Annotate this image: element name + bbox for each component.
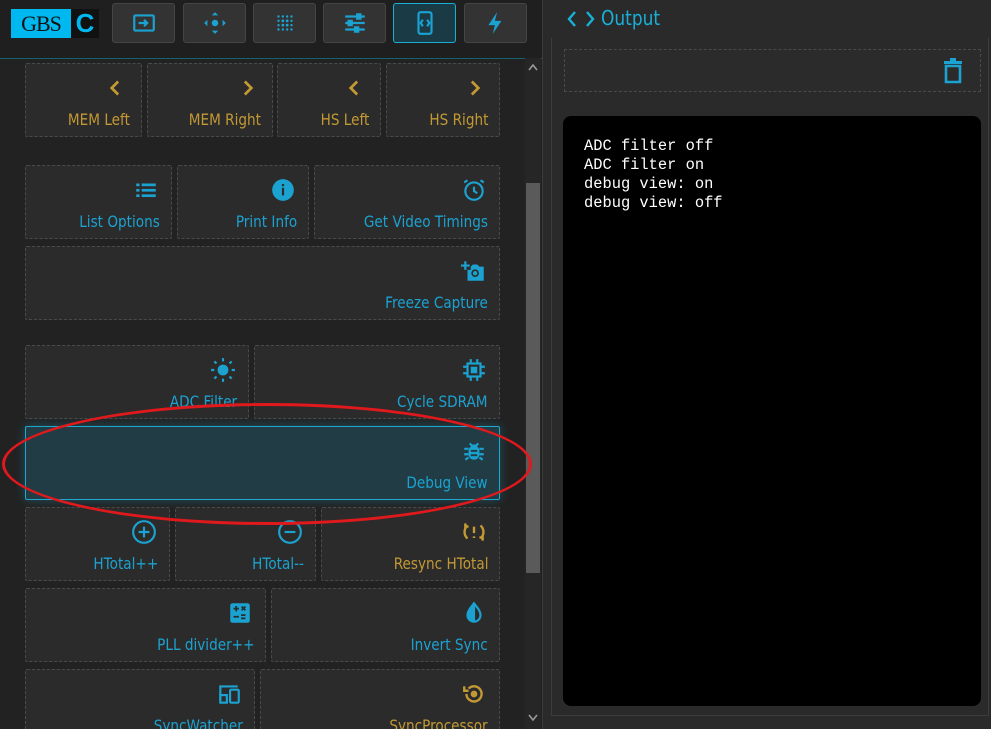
cycle-sdram-button[interactable]: Cycle SDRAM [254,345,500,419]
plus-circle-icon [130,518,158,546]
mem-right-label: MEM Right [188,110,261,129]
scrollbar[interactable] [525,58,541,729]
move-icon [203,12,226,34]
code-brackets-icon [567,11,595,27]
list-options-button[interactable]: List Options [25,165,172,239]
invert-sync-label: Invert Sync [410,635,488,654]
pll-divider-button[interactable]: PLL divider++ [25,588,266,662]
list-icon [132,176,160,204]
output-line: ADC filter on [584,156,705,174]
control-panel: GBS C MEM Left MEM Right HS Left HS Righ… [0,0,543,729]
hs-left-button[interactable]: HS Left [277,63,381,137]
sun-icon [209,356,237,384]
bolt-icon [487,12,501,34]
sync-problem-icon [460,518,488,546]
scroll-up-icon[interactable] [525,60,541,74]
get-video-timings-button[interactable]: Get Video Timings [314,165,500,239]
devices-icon [215,680,243,708]
output-line: debug view: on [584,175,714,193]
pll-divider-label: PLL divider++ [156,635,254,654]
gbs-logo: GBS C [11,9,99,38]
scroll-thumb[interactable] [526,183,540,573]
output-panel: Output ADC filter off ADC filter on debu… [551,0,991,729]
memory-chip-icon [460,356,488,384]
output-line: debug view: off [584,194,723,212]
scroll-down-icon[interactable] [525,711,541,725]
invert-sync-button[interactable]: Invert Sync [271,588,500,662]
logo-gbs-text: GBS [11,9,71,38]
trash-icon [944,58,962,84]
hs-left-label: HS Left [320,110,369,129]
resync-htotal-button[interactable]: Resync HTotal [321,507,500,581]
htotal-minus-label: HTotal-- [252,554,304,573]
chevron-left-icon [102,74,130,102]
info-icon [269,176,297,204]
add-camera-icon [460,257,488,285]
chevron-right-icon [233,74,261,102]
adc-filter-button[interactable]: ADC Filter [25,345,249,419]
top-nav: GBS C [0,0,542,59]
tab-position[interactable] [183,3,246,43]
settings-backup-icon [460,680,488,708]
htotal-minus-button[interactable]: HTotal-- [175,507,316,581]
syncwatcher-label: SyncWatcher [153,716,243,729]
sliders-icon [344,13,365,33]
invert-colors-icon [460,599,488,627]
bug-icon [460,437,488,465]
debug-view-label: Debug View [406,473,488,492]
mem-left-label: MEM Left [68,110,130,129]
tab-preferences[interactable] [323,3,386,43]
get-video-timings-label: Get Video Timings [363,212,488,231]
freeze-capture-label: Freeze Capture [385,293,488,312]
output-console: ADC filter off ADC filter on debug view:… [563,116,981,706]
alarm-clock-icon [460,176,488,204]
logo-c-text: C [71,9,99,38]
input-icon [132,14,155,32]
syncwatcher-button[interactable]: SyncWatcher [25,669,255,729]
freeze-capture-button[interactable]: Freeze Capture [25,246,500,320]
syncprocessor-label: SyncProcessor [389,716,488,729]
tab-developer[interactable] [393,3,456,43]
tab-filters[interactable] [253,3,316,43]
tab-input[interactable] [112,3,175,43]
hs-right-button[interactable]: HS Right [386,63,500,137]
cycle-sdram-label: Cycle SDRAM [397,392,488,411]
debug-view-button[interactable]: Debug View [25,426,500,500]
chevron-left-icon [341,74,369,102]
hs-right-label: HS Right [429,110,488,129]
calculator-icon [226,599,254,627]
htotal-plus-label: HTotal++ [93,554,158,573]
syncprocessor-button[interactable]: SyncProcessor [260,669,500,729]
adc-filter-label: ADC Filter [169,392,237,411]
minus-circle-icon [276,518,304,546]
print-info-label: Print Info [235,212,297,231]
output-line: ADC filter off [584,137,714,155]
filter-dots-icon [276,15,293,31]
clear-output-button[interactable] [564,49,981,92]
mem-left-button[interactable]: MEM Left [25,63,142,137]
chevron-right-icon [460,74,488,102]
mem-right-button[interactable]: MEM Right [147,63,273,137]
output-header: Output [551,0,991,38]
tab-system[interactable] [464,3,527,43]
code-icon [416,11,433,35]
resync-htotal-label: Resync HTotal [393,554,488,573]
output-title: Output [601,6,661,30]
htotal-plus-button[interactable]: HTotal++ [25,507,170,581]
list-options-label: List Options [79,212,160,231]
print-info-button[interactable]: Print Info [177,165,309,239]
